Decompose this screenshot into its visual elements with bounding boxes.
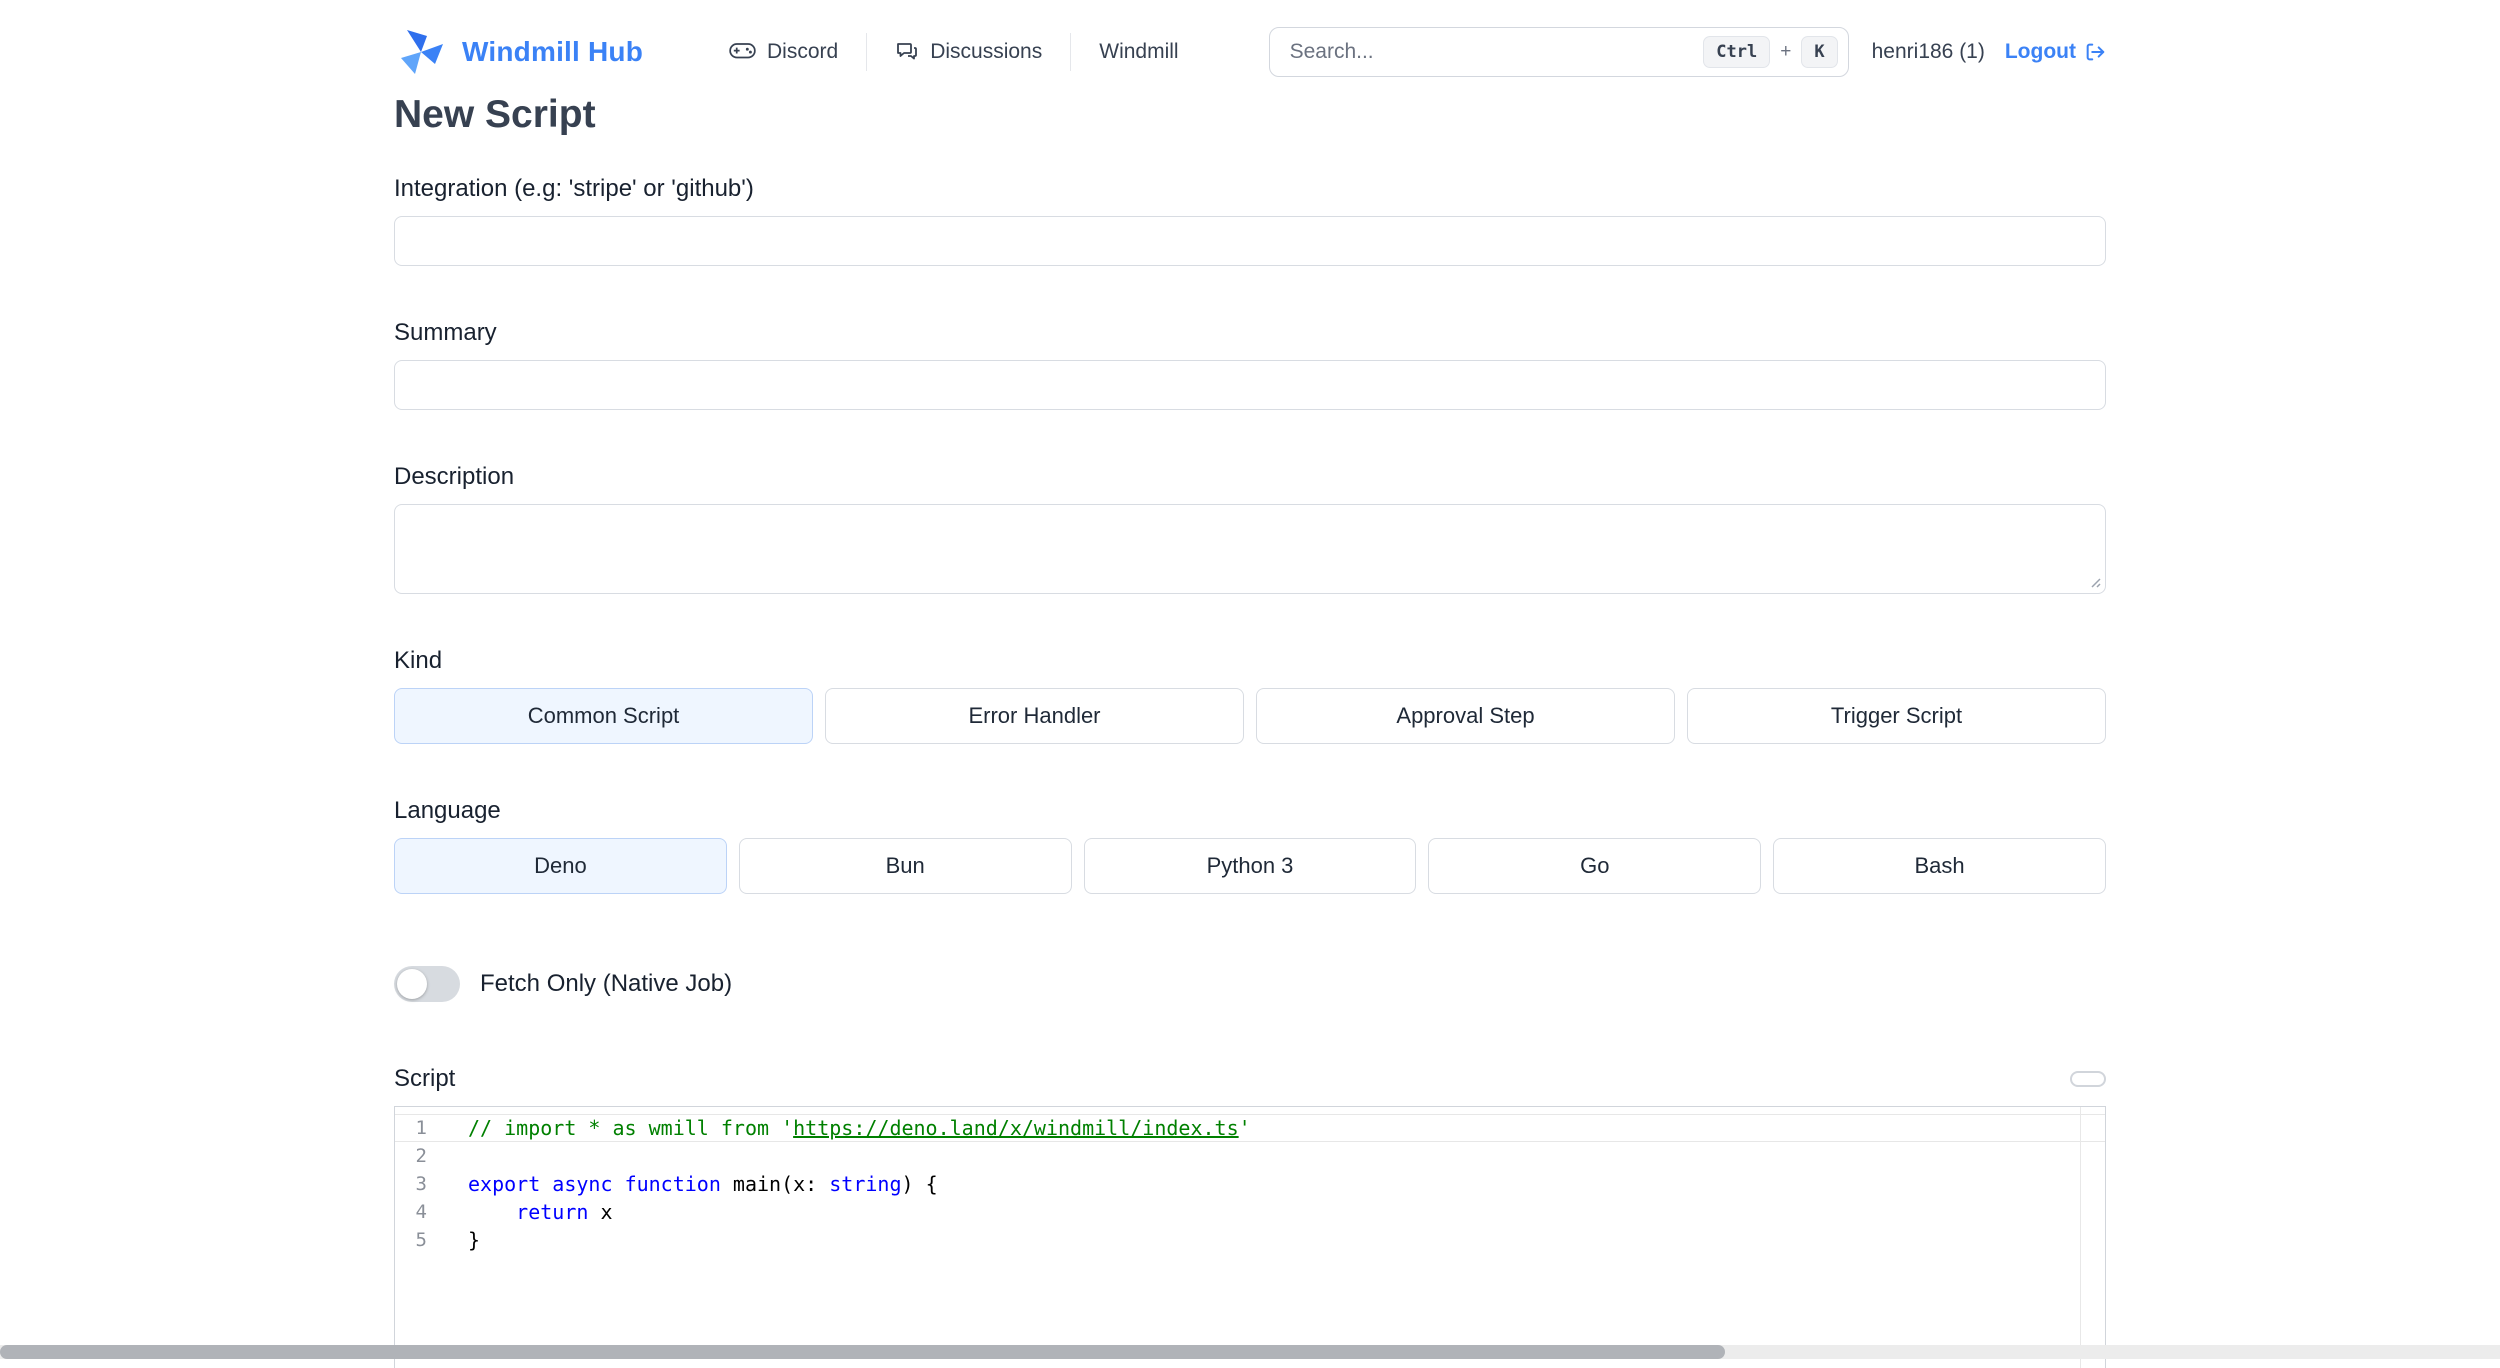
nav-item-discussions[interactable]: Discussions [866,33,1070,71]
language-option-python3[interactable]: Python 3 [1083,838,1417,894]
logout-link[interactable]: Logout [2005,40,2106,64]
kind-section: Kind Common Script Error Handler Approva… [394,646,2106,744]
code-content: return x [516,1200,613,1224]
summary-label: Summary [394,319,497,346]
toggle-knob [397,969,427,999]
nav-item-label: Discord [767,40,839,63]
nav-item-label: Discussions [930,40,1043,63]
top-navigation-bar: Windmill Hub Discord Discussions Windmil… [394,0,2106,78]
resize-handle-icon [2091,578,2101,588]
summary-input[interactable] [394,360,2106,410]
kind-option-error-handler[interactable]: Error Handler [825,688,1244,744]
code-content: // import * as wmill from 'https://deno.… [468,1116,1251,1140]
integration-section: Integration (e.g: 'stripe' or 'github') [394,174,2106,266]
fetch-only-row: Fetch Only (Native Job) [394,966,2106,1002]
header-right-group: henri186 (1) Logout [1872,40,2106,64]
page-title: New Script [394,93,596,136]
code-line: 5 } [395,1226,2105,1254]
brand-link[interactable]: Windmill Hub [394,28,643,76]
username-label: henri186 (1) [1871,40,1985,63]
integration-label: Integration (e.g: 'stripe' or 'github') [394,175,754,202]
search-box: Ctrl + K [1268,27,1849,77]
windmill-hub-page: { "header": { "brand": "Windmill Hub", "… [0,0,2500,1368]
language-option-deno[interactable]: Deno [394,838,727,894]
horizontal-scrollbar-thumb[interactable] [0,1345,1725,1359]
windmill-logo-icon [401,30,443,74]
language-options: Deno Bun Python 3 Go Bash [394,838,2106,894]
fetch-only-label: Fetch Only (Native Job) [480,970,733,997]
code-line: 4 return x [395,1198,2105,1226]
logout-icon [2086,43,2105,61]
fetch-only-toggle[interactable] [394,966,460,1002]
code-content: export async function main(x: string) { [468,1172,938,1196]
description-label: Description [394,463,515,490]
brand-name: Windmill Hub [462,36,644,67]
header-nav: Discord Discussions Windmill [701,33,1207,71]
nav-item-label: Windmill [1099,40,1179,63]
code-line: 3 export async function main(x: string) … [395,1170,2105,1198]
gamepad-icon [729,42,756,58]
kind-label: Kind [394,647,443,674]
editor-scrollbar-divider [2080,1107,2081,1368]
language-label: Language [394,797,501,824]
code-content: } [468,1228,481,1252]
k-key-badge: K [1801,36,1838,68]
description-section: Description [394,462,2106,594]
discussion-icon [897,43,918,60]
description-textarea-wrap [394,504,2106,594]
language-section: Language Deno Bun Python 3 Go Bash [394,796,2106,894]
shortcut-separator: + [1780,41,1792,62]
line-number: 5 [415,1229,427,1251]
code-line: 1 // import * as wmill from 'https://den… [395,1114,2105,1142]
script-header-row: Script [394,1064,2106,1094]
integration-input[interactable] [394,216,2106,266]
description-textarea[interactable] [394,504,2106,594]
code-line: 2 [395,1142,2105,1170]
kind-option-common-script[interactable]: Common Script [394,688,813,744]
summary-section: Summary [394,318,2106,410]
ctrl-key-badge: Ctrl [1703,36,1771,68]
code-editor[interactable]: 1 // import * as wmill from 'https://den… [394,1106,2106,1368]
nav-item-discord[interactable]: Discord [701,33,866,71]
language-option-go[interactable]: Go [1428,838,1762,894]
search-input[interactable] [1287,39,1694,65]
line-number: 4 [415,1201,427,1223]
kind-options: Common Script Error Handler Approval Ste… [394,688,2106,744]
horizontal-scrollbar-track[interactable] [0,1345,2500,1359]
line-number: 1 [415,1117,427,1139]
editor-widget-pill [2070,1071,2106,1087]
logout-label: Logout [2004,40,2076,63]
script-label: Script [394,1065,456,1092]
language-option-bash[interactable]: Bash [1773,838,2106,894]
line-number: 2 [415,1145,427,1167]
nav-item-windmill[interactable]: Windmill [1070,33,1206,71]
code-content [427,1142,468,1170]
kind-option-trigger-script[interactable]: Trigger Script [1687,688,2106,744]
language-option-bun[interactable]: Bun [738,838,1072,894]
kind-option-approval-step[interactable]: Approval Step [1256,688,1675,744]
line-number: 3 [415,1173,427,1195]
